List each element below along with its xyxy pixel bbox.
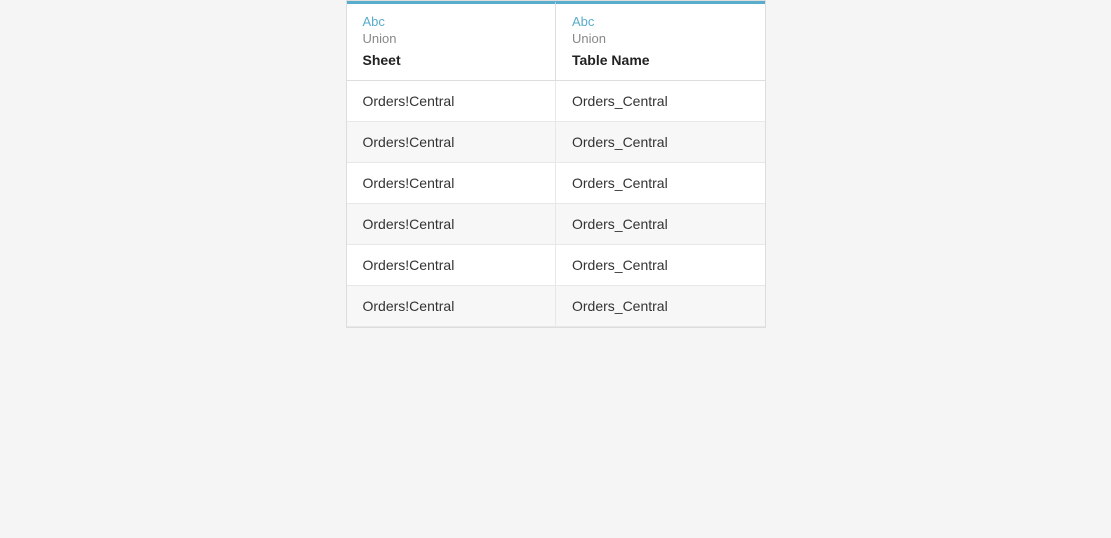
column-header-sheet: Abc Union Sheet — [347, 1, 557, 80]
col-type-1: Abc — [363, 14, 540, 29]
page-wrapper: Abc Union Sheet Abc Union Table Name Ord… — [0, 0, 1111, 538]
cell-sheet-5: Orders!Central — [347, 286, 557, 326]
cell-tablename-4: Orders_Central — [556, 245, 765, 285]
column-header-tablename: Abc Union Table Name — [556, 1, 765, 80]
cell-sheet-1: Orders!Central — [347, 122, 557, 162]
col-name-1: Sheet — [363, 52, 540, 68]
cell-tablename-2: Orders_Central — [556, 163, 765, 203]
data-table: Abc Union Sheet Abc Union Table Name Ord… — [346, 0, 766, 328]
table-row: Orders!Central Orders_Central — [347, 163, 765, 204]
cell-sheet-0: Orders!Central — [347, 81, 557, 121]
table-row: Orders!Central Orders_Central — [347, 81, 765, 122]
col-name-2: Table Name — [572, 52, 749, 68]
cell-tablename-3: Orders_Central — [556, 204, 765, 244]
cell-tablename-5: Orders_Central — [556, 286, 765, 326]
cell-sheet-2: Orders!Central — [347, 163, 557, 203]
cell-tablename-0: Orders_Central — [556, 81, 765, 121]
cell-sheet-3: Orders!Central — [347, 204, 557, 244]
col-subtype-1: Union — [363, 31, 540, 46]
table-row: Orders!Central Orders_Central — [347, 245, 765, 286]
table-row: Orders!Central Orders_Central — [347, 122, 765, 163]
table-row: Orders!Central Orders_Central — [347, 286, 765, 327]
cell-sheet-4: Orders!Central — [347, 245, 557, 285]
cell-tablename-1: Orders_Central — [556, 122, 765, 162]
column-header-row: Abc Union Sheet Abc Union Table Name — [347, 1, 765, 81]
table-row: Orders!Central Orders_Central — [347, 204, 765, 245]
col-subtype-2: Union — [572, 31, 749, 46]
col-type-2: Abc — [572, 14, 749, 29]
